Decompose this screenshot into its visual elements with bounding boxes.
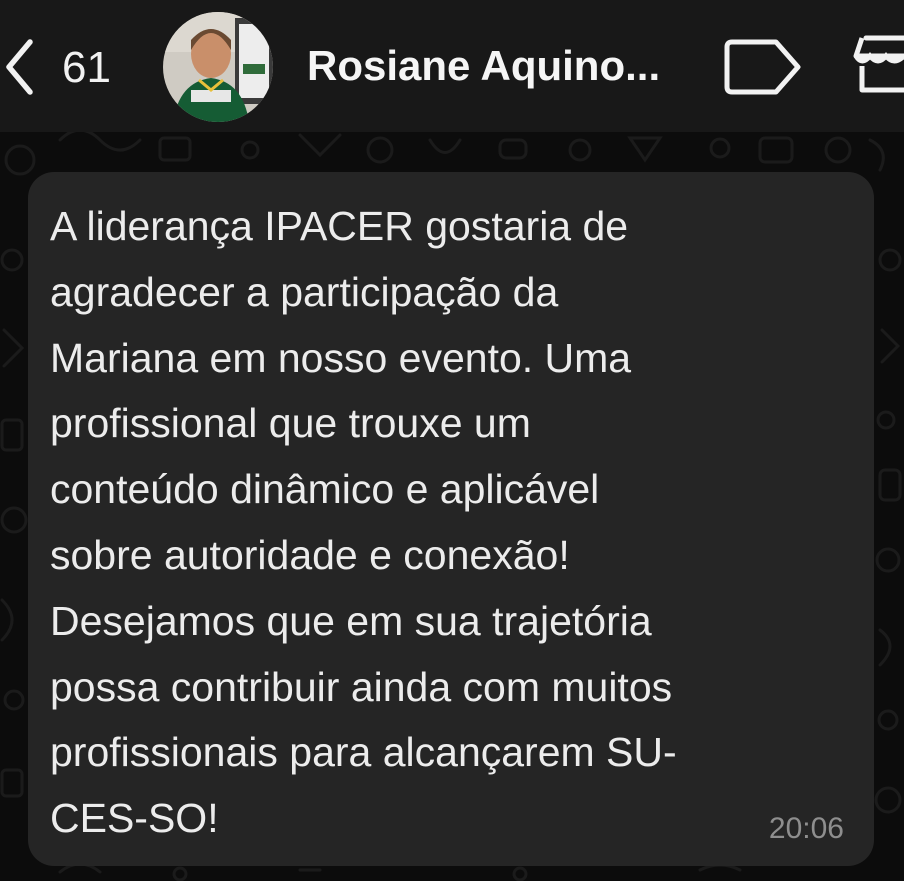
contact-name[interactable]: Rosiane Aquino... [307,38,707,94]
chat-header: 61 Rosiane Aquino... [0,0,904,132]
avatar[interactable] [163,12,273,122]
chat-screen: 61 Rosiane Aquino... A liderança IPACER … [0,0,904,881]
storefront-icon [853,35,904,93]
chevron-left-icon [6,39,33,95]
message-bubble[interactable]: A liderança IPACER gostaria de agradecer… [28,172,874,866]
avatar-photo [163,12,273,122]
label-button[interactable] [722,36,804,98]
back-button[interactable]: 61 [0,28,130,108]
store-button[interactable] [852,32,904,98]
message-text: A liderança IPACER gostaria de agradecer… [50,203,677,842]
message-timestamp: 20:06 [768,812,844,845]
label-tag-icon [724,39,801,95]
unread-count: 61 [62,43,111,92]
